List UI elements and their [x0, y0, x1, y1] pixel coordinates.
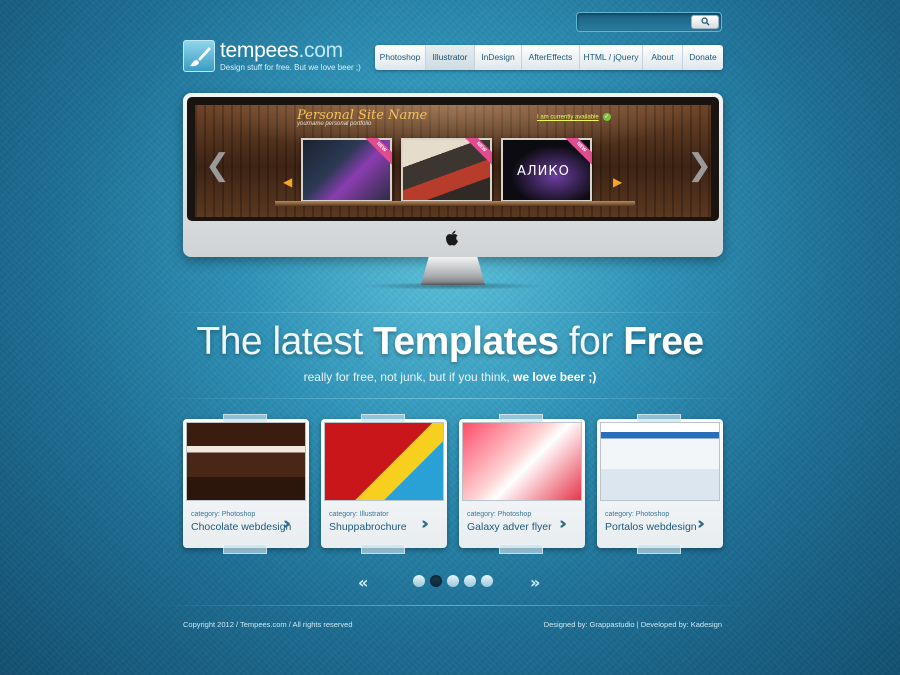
wood-shelf — [275, 201, 635, 206]
apple-logo-icon — [446, 230, 458, 246]
card-category: category: Photoshop — [191, 511, 256, 518]
nav-item-photoshop[interactable]: Photoshop — [375, 45, 426, 70]
search-icon — [701, 17, 710, 26]
double-chevron-right-icon[interactable]: ›› — [697, 514, 705, 534]
monitor-stand — [421, 257, 485, 285]
footer-copyright: Copyright 2012 / Tempees.com / All right… — [183, 620, 353, 629]
divider — [150, 398, 750, 399]
new-badge: NEW — [564, 138, 592, 166]
double-chevron-right-icon[interactable]: ›› — [559, 514, 567, 534]
slider-next-button[interactable]: ❯ — [687, 151, 712, 181]
nav-item-html-jquery[interactable]: HTML / jQuery — [580, 45, 643, 70]
brush-icon — [183, 40, 215, 72]
inner-next-icon[interactable]: ▶ — [613, 175, 622, 189]
tape-decoration — [637, 544, 681, 554]
card-title[interactable]: Shuppabrochure — [329, 521, 407, 533]
tape-decoration — [499, 544, 543, 554]
availability-link[interactable]: I am currently available ✓ — [537, 113, 611, 121]
page-headline: The latest Templates for Free — [196, 320, 704, 363]
nav-item-indesign[interactable]: InDesign — [475, 45, 522, 70]
main-nav: Photoshop Illustrator InDesign AfterEffe… — [375, 45, 723, 70]
slide-thumb-3[interactable]: АЛИКО NEW — [501, 138, 592, 202]
chevron-left-icon: ❮ — [205, 148, 231, 183]
monitor-shadow — [360, 282, 546, 290]
nav-item-aftereffects[interactable]: AfterEffects — [522, 45, 580, 70]
tape-decoration — [223, 544, 267, 554]
template-thumbnail[interactable] — [186, 422, 306, 501]
page-subheadline: really for free, not junk, but if you th… — [303, 370, 597, 384]
footer-divider — [150, 605, 750, 606]
slide-site-subtitle: yourname personal portfolio — [297, 121, 372, 127]
pager-dot-2[interactable] — [430, 575, 442, 587]
template-card-chocolate[interactable]: category: Photoshop Chocolate webdesign … — [183, 414, 309, 554]
pager-dot-5[interactable] — [481, 575, 493, 587]
site-logo[interactable]: tempees.com Design stuff for free. But w… — [183, 39, 363, 74]
slider-prev-button[interactable]: ❮ — [205, 151, 230, 181]
nav-item-about[interactable]: About — [643, 45, 683, 70]
pager-dot-1[interactable] — [413, 575, 425, 587]
search-button[interactable] — [691, 15, 719, 29]
nav-item-illustrator[interactable]: Illustrator — [426, 45, 475, 70]
new-badge: NEW — [464, 138, 492, 166]
divider — [150, 312, 750, 313]
template-card-galaxy[interactable]: category: Photoshop Galaxy adver flyer ›… — [459, 414, 585, 554]
tape-decoration — [361, 544, 405, 554]
template-thumbnail[interactable] — [462, 422, 582, 501]
search-box — [576, 12, 722, 32]
double-chevron-right-icon[interactable]: ›› — [283, 514, 291, 534]
card-title[interactable]: Portalos webdesign — [605, 521, 697, 533]
pager-prev-button[interactable]: « — [358, 573, 369, 592]
logo-tagline: Design stuff for free. But we love beer … — [220, 63, 361, 72]
double-chevron-right-icon[interactable]: ›› — [421, 514, 429, 534]
slider-screen: ❮ ❯ ◀ ▶ Personal Site Name yourname pers… — [187, 97, 719, 221]
featured-slider-monitor: ❮ ❯ ◀ ▶ Personal Site Name yourname pers… — [183, 93, 723, 257]
template-thumbnail[interactable] — [324, 422, 444, 501]
new-badge: NEW — [364, 138, 392, 166]
logo-text: tempees.com — [220, 39, 343, 62]
chevron-right-icon: ❯ — [687, 148, 713, 183]
template-card-portalos[interactable]: category: Photoshop Portalos webdesign ›… — [597, 414, 723, 554]
pager-next-button[interactable]: » — [530, 573, 541, 592]
card-title[interactable]: Galaxy adver flyer — [467, 521, 552, 533]
slide-thumb-1[interactable]: NEW — [301, 138, 392, 202]
slide-thumb-label: АЛИКО — [517, 164, 570, 179]
nav-item-donate[interactable]: Donate — [683, 45, 723, 70]
card-category: category: Photoshop — [467, 511, 532, 518]
template-card-shuppa[interactable]: category: Illustrator Shuppabrochure ›› — [321, 414, 447, 554]
card-title[interactable]: Chocolate webdesign — [191, 521, 291, 533]
pager-dot-3[interactable] — [447, 575, 459, 587]
footer-credits[interactable]: Designed by: Grappastudio | Developed by… — [540, 620, 722, 629]
pager-dot-4[interactable] — [464, 575, 476, 587]
search-input[interactable] — [581, 15, 689, 29]
card-category: category: Illustrator — [329, 511, 389, 518]
check-icon: ✓ — [602, 113, 611, 121]
card-category: category: Photoshop — [605, 511, 670, 518]
template-thumbnail[interactable] — [600, 422, 720, 501]
inner-prev-icon[interactable]: ◀ — [283, 175, 292, 189]
slide-thumb-2[interactable]: NEW — [401, 138, 492, 202]
